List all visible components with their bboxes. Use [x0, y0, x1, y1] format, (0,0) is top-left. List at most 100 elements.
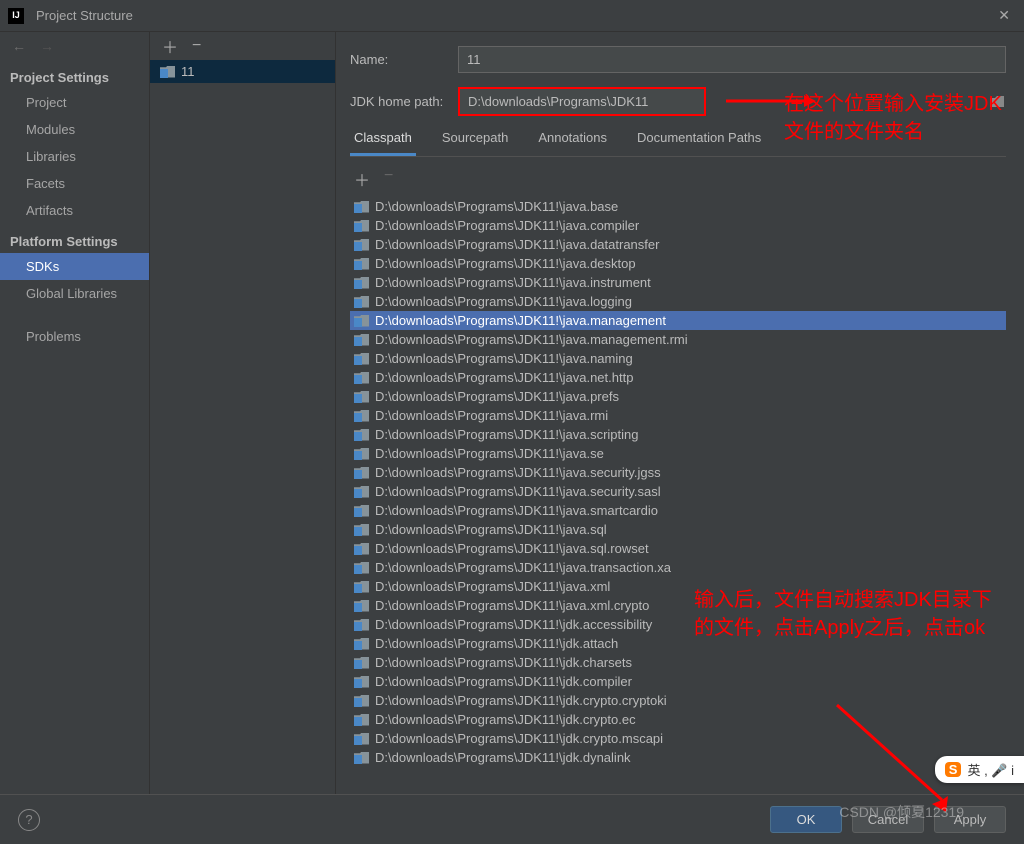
classpath-row[interactable]: D:\downloads\Programs\JDK11!\jdk.compile… — [350, 672, 1006, 691]
jdk-home-path-input[interactable] — [458, 87, 706, 116]
library-folder-icon — [354, 600, 369, 612]
classpath-row-label: D:\downloads\Programs\JDK11!\java.prefs — [375, 389, 619, 404]
folder-icon — [160, 66, 175, 78]
cancel-button[interactable]: Cancel — [852, 806, 924, 833]
library-folder-icon — [354, 334, 369, 346]
classpath-row[interactable]: D:\downloads\Programs\JDK11!\jdk.dynalin… — [350, 748, 1006, 767]
dialog-button-bar: ? OK Cancel Apply — [0, 794, 1024, 844]
tab-classpath[interactable]: Classpath — [350, 130, 416, 156]
classpath-row[interactable]: D:\downloads\Programs\JDK11!\java.loggin… — [350, 292, 1006, 311]
classpath-row[interactable]: D:\downloads\Programs\JDK11!\java.manage… — [350, 330, 1006, 349]
classpath-row-label: D:\downloads\Programs\JDK11!\jdk.crypto.… — [375, 731, 663, 746]
classpath-row[interactable]: D:\downloads\Programs\JDK11!\java.compil… — [350, 216, 1006, 235]
sdk-list-item[interactable]: 11 — [150, 60, 335, 83]
classpath-row-label: D:\downloads\Programs\JDK11!\java.transa… — [375, 560, 671, 575]
sidebar-item-libraries[interactable]: Libraries — [0, 143, 149, 170]
classpath-row-label: D:\downloads\Programs\JDK11!\java.sql — [375, 522, 607, 537]
back-icon[interactable]: ← — [12, 38, 26, 54]
sidebar-item-sdks[interactable]: SDKs — [0, 253, 149, 280]
classpath-row-label: D:\downloads\Programs\JDK11!\jdk.crypto.… — [375, 712, 636, 727]
classpath-row[interactable]: D:\downloads\Programs\JDK11!\java.manage… — [350, 311, 1006, 330]
classpath-row[interactable]: D:\downloads\Programs\JDK11!\java.naming — [350, 349, 1006, 368]
library-folder-icon — [354, 638, 369, 650]
classpath-row[interactable]: D:\downloads\Programs\JDK11!\java.base — [350, 197, 1006, 216]
classpath-row[interactable]: D:\downloads\Programs\JDK11!\java.datatr… — [350, 235, 1006, 254]
classpath-row[interactable]: D:\downloads\Programs\JDK11!\jdk.crypto.… — [350, 691, 1006, 710]
classpath-row[interactable]: D:\downloads\Programs\JDK11!\java.instru… — [350, 273, 1006, 292]
classpath-row-label: D:\downloads\Programs\JDK11!\java.instru… — [375, 275, 651, 290]
sidebar-item-artifacts[interactable]: Artifacts — [0, 197, 149, 224]
classpath-list[interactable]: D:\downloads\Programs\JDK11!\java.base D:… — [350, 197, 1006, 794]
library-folder-icon — [354, 258, 369, 270]
sdk-list-label: 11 — [181, 64, 195, 79]
library-folder-icon — [354, 429, 369, 441]
ime-brand-icon: S — [945, 762, 962, 777]
classpath-row-label: D:\downloads\Programs\JDK11!\java.xml — [375, 579, 610, 594]
classpath-row[interactable]: D:\downloads\Programs\JDK11!\jdk.crypto.… — [350, 729, 1006, 748]
add-sdk-icon[interactable]: ＋ — [162, 34, 178, 58]
sidebar-item-facets[interactable]: Facets — [0, 170, 149, 197]
library-folder-icon — [354, 410, 369, 422]
classpath-row-label: D:\downloads\Programs\JDK11!\jdk.charset… — [375, 655, 632, 670]
remove-sdk-icon[interactable]: − — [192, 37, 201, 55]
classpath-row[interactable]: D:\downloads\Programs\JDK11!\java.se — [350, 444, 1006, 463]
classpath-row[interactable]: D:\downloads\Programs\JDK11!\java.transa… — [350, 558, 1006, 577]
classpath-row-label: D:\downloads\Programs\JDK11!\java.base — [375, 199, 618, 214]
sidebar-item-global-libraries[interactable]: Global Libraries — [0, 280, 149, 307]
library-folder-icon — [354, 201, 369, 213]
library-folder-icon — [354, 657, 369, 669]
library-folder-icon — [354, 220, 369, 232]
classpath-row[interactable]: D:\downloads\Programs\JDK11!\java.prefs — [350, 387, 1006, 406]
tab-sourcepath[interactable]: Sourcepath — [438, 130, 513, 156]
tab-annotations[interactable]: Annotations — [534, 130, 611, 156]
browse-path-icon[interactable] — [988, 93, 1006, 111]
ok-button[interactable]: OK — [770, 806, 842, 833]
classpath-row-label: D:\downloads\Programs\JDK11!\java.smartc… — [375, 503, 658, 518]
classpath-row-label: D:\downloads\Programs\JDK11!\jdk.accessi… — [375, 617, 652, 632]
apply-button[interactable]: Apply — [934, 806, 1006, 833]
classpath-row-label: D:\downloads\Programs\JDK11!\jdk.compile… — [375, 674, 632, 689]
classpath-row[interactable]: D:\downloads\Programs\JDK11!\java.securi… — [350, 482, 1006, 501]
classpath-row[interactable]: D:\downloads\Programs\JDK11!\java.securi… — [350, 463, 1006, 482]
library-folder-icon — [354, 315, 369, 327]
library-folder-icon — [354, 752, 369, 764]
tab-documentation-paths[interactable]: Documentation Paths — [633, 130, 765, 156]
classpath-row-label: D:\downloads\Programs\JDK11!\java.manage… — [375, 313, 666, 328]
classpath-row[interactable]: D:\downloads\Programs\JDK11!\java.sql.ro… — [350, 539, 1006, 558]
classpath-row[interactable]: D:\downloads\Programs\JDK11!\java.smartc… — [350, 501, 1006, 520]
classpath-row[interactable]: D:\downloads\Programs\JDK11!\jdk.crypto.… — [350, 710, 1006, 729]
path-label: JDK home path: — [350, 94, 448, 109]
classpath-row[interactable]: D:\downloads\Programs\JDK11!\java.net.ht… — [350, 368, 1006, 387]
remove-classpath-icon[interactable]: − — [384, 167, 393, 191]
classpath-row[interactable]: D:\downloads\Programs\JDK11!\java.xml — [350, 577, 1006, 596]
classpath-row[interactable]: D:\downloads\Programs\JDK11!\jdk.attach — [350, 634, 1006, 653]
sidebar-item-problems[interactable]: Problems — [0, 323, 149, 350]
help-icon[interactable]: ? — [18, 809, 40, 831]
sdk-name-input[interactable] — [458, 46, 1006, 73]
sidebar-item-modules[interactable]: Modules — [0, 116, 149, 143]
classpath-row[interactable]: D:\downloads\Programs\JDK11!\jdk.charset… — [350, 653, 1006, 672]
library-folder-icon — [354, 581, 369, 593]
library-folder-icon — [354, 676, 369, 688]
classpath-row-label: D:\downloads\Programs\JDK11!\jdk.dynalin… — [375, 750, 631, 765]
classpath-row[interactable]: D:\downloads\Programs\JDK11!\java.deskto… — [350, 254, 1006, 273]
library-folder-icon — [354, 695, 369, 707]
ime-text: 英 , 🎤 i — [967, 760, 1014, 779]
library-folder-icon — [354, 277, 369, 289]
library-folder-icon — [354, 486, 369, 498]
close-icon[interactable]: ✕ — [992, 7, 1016, 24]
classpath-row[interactable]: D:\downloads\Programs\JDK11!\jdk.accessi… — [350, 615, 1006, 634]
library-folder-icon — [354, 733, 369, 745]
classpath-row[interactable]: D:\downloads\Programs\JDK11!\java.script… — [350, 425, 1006, 444]
intellij-icon: IJ — [8, 8, 24, 24]
sidebar-item-project[interactable]: Project — [0, 89, 149, 116]
add-classpath-icon[interactable]: ＋ — [354, 167, 370, 191]
classpath-row[interactable]: D:\downloads\Programs\JDK11!\java.sql — [350, 520, 1006, 539]
sdk-list-toolbar: ＋ − — [150, 32, 335, 60]
classpath-row-label: D:\downloads\Programs\JDK11!\jdk.crypto.… — [375, 693, 667, 708]
classpath-row[interactable]: D:\downloads\Programs\JDK11!\java.rmi — [350, 406, 1006, 425]
classpath-row[interactable]: D:\downloads\Programs\JDK11!\java.xml.cr… — [350, 596, 1006, 615]
forward-icon[interactable]: → — [40, 38, 54, 54]
name-label: Name: — [350, 52, 448, 67]
classpath-row-label: D:\downloads\Programs\JDK11!\java.se — [375, 446, 604, 461]
